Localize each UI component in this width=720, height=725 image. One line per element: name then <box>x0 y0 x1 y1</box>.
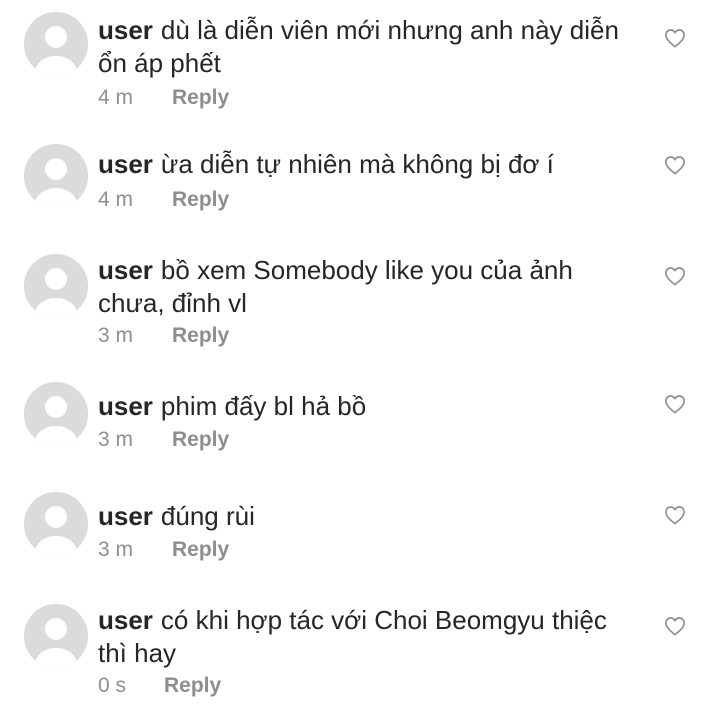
comment-username[interactable]: user <box>98 501 153 531</box>
like-button[interactable] <box>664 28 686 48</box>
comment-meta: 3 m Reply <box>98 324 229 348</box>
default-avatar-icon <box>24 144 88 208</box>
comment-time: 0 s <box>98 674 127 697</box>
comment-text-line: user ừa diễn tự nhiên mà không bị đơ í <box>98 148 638 181</box>
default-avatar-icon <box>24 12 88 76</box>
reply-button[interactable]: Reply <box>172 538 229 561</box>
comment-time: 4 m <box>98 188 134 211</box>
like-button[interactable] <box>664 616 686 636</box>
comment-time: 3 m <box>98 324 134 347</box>
heart-outline-icon <box>665 267 685 286</box>
comment-text: dù là diễn viên mới nhưng anh này diễn ổ… <box>98 15 619 78</box>
comment-text: đúng rùi <box>160 501 255 531</box>
comment-text: bồ xem Somebody like you của ảnh chưa, đ… <box>98 255 573 318</box>
reply-button[interactable]: Reply <box>172 188 229 211</box>
comment-username[interactable]: user <box>98 391 153 421</box>
comment-text: ừa diễn tự nhiên mà không bị đơ í <box>160 149 554 179</box>
reply-button[interactable]: Reply <box>172 324 229 347</box>
comment-text-line: user phim đấy bl hả bồ <box>98 390 638 423</box>
comment-text: phim đấy bl hả bồ <box>160 391 367 421</box>
like-button[interactable] <box>664 155 686 175</box>
reply-button[interactable]: Reply <box>172 428 229 451</box>
comment-text-line: user có khi hợp tác với Choi Beomgyu thiệ… <box>98 604 638 670</box>
default-avatar-icon <box>24 492 88 556</box>
reply-button[interactable]: Reply <box>164 674 221 697</box>
comment-time: 4 m <box>98 86 134 109</box>
avatar[interactable] <box>24 144 88 208</box>
like-button[interactable] <box>664 505 686 525</box>
default-avatar-icon <box>24 382 88 446</box>
default-avatar-icon <box>24 604 88 668</box>
comment-meta: 4 m Reply <box>98 188 229 212</box>
avatar[interactable] <box>24 254 88 318</box>
heart-outline-icon <box>665 156 685 175</box>
avatar[interactable] <box>24 382 88 446</box>
comment-text-line: user dù là diễn viên mới nhưng anh này di… <box>98 14 638 80</box>
comment-meta: 0 s Reply <box>98 674 221 698</box>
avatar[interactable] <box>24 492 88 556</box>
like-button[interactable] <box>664 266 686 286</box>
comment-time: 3 m <box>98 428 134 451</box>
comment-username[interactable]: user <box>98 15 153 45</box>
comment-list: user dù là diễn viên mới nhưng anh này di… <box>0 0 720 725</box>
heart-outline-icon <box>665 617 685 636</box>
comment-text-line: user đúng rùi <box>98 500 638 533</box>
comment-username[interactable]: user <box>98 149 153 179</box>
heart-outline-icon <box>665 506 685 525</box>
comment-time: 3 m <box>98 538 134 561</box>
comment-meta: 4 m Reply <box>98 86 229 110</box>
heart-outline-icon <box>665 29 685 48</box>
comment-username[interactable]: user <box>98 255 153 285</box>
comment-text: có khi hợp tác với Choi Beomgyu thiệc th… <box>98 605 607 668</box>
like-button[interactable] <box>664 394 686 414</box>
avatar[interactable] <box>24 12 88 76</box>
comment-text-line: user bồ xem Somebody like you của ảnh chư… <box>98 254 638 320</box>
reply-button[interactable]: Reply <box>172 86 229 109</box>
avatar[interactable] <box>24 604 88 668</box>
comment-meta: 3 m Reply <box>98 538 229 562</box>
default-avatar-icon <box>24 254 88 318</box>
comment-username[interactable]: user <box>98 605 153 635</box>
heart-outline-icon <box>665 395 685 414</box>
comment-meta: 3 m Reply <box>98 428 229 452</box>
